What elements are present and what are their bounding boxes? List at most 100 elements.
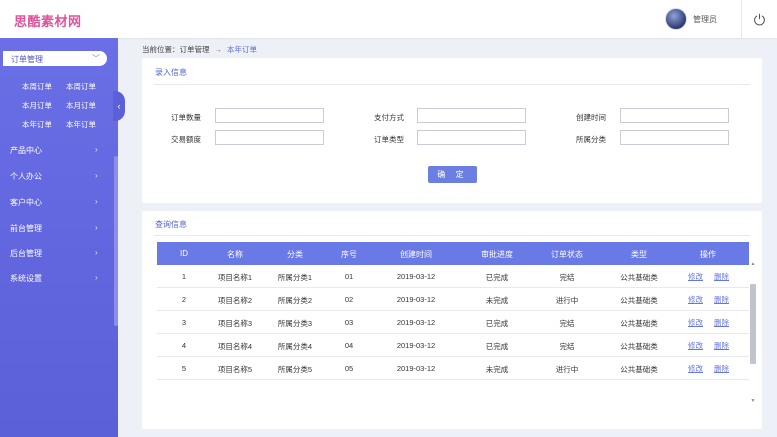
payment-method-input[interactable] <box>417 108 526 123</box>
sidebar-item-settings[interactable]: 系统设置 › <box>0 273 110 289</box>
query-panel-title: 查询信息 <box>155 220 187 229</box>
table-cell: 进行中 <box>555 365 579 374</box>
chevron-right-icon: › <box>95 248 98 257</box>
table-row: 2 项目名称2 所属分类2 02 2019-03-12 未完成 进行中 公共基础类 修改 删除 <box>157 288 749 311</box>
delete-link[interactable]: 删除 <box>714 271 729 282</box>
query-panel: 查询信息 ID 名称 分类 序号 创建时间 审批进度 订单状态 类型 操作 1 项… <box>142 211 762 429</box>
scrollbar-thumb[interactable] <box>750 284 756 364</box>
table-cell: 3 <box>181 318 187 327</box>
sidebar-item-products[interactable]: 产品中心 › <box>0 145 110 161</box>
table-cell: 01 <box>344 272 354 281</box>
field-label: 支付方式 <box>374 113 404 122</box>
confirm-button[interactable]: 确 定 <box>428 166 477 183</box>
created-time-input[interactable] <box>620 108 729 123</box>
table-cell: 02 <box>344 295 354 304</box>
table-scrollbar[interactable]: ▲ ▼ <box>750 261 756 408</box>
sidebar-item-label: 产品中心 <box>10 146 42 155</box>
power-icon <box>754 13 765 25</box>
breadcrumb-parent[interactable]: 订单管理 <box>180 45 210 54</box>
column-header: 序号 <box>341 250 357 259</box>
table-cell: 已完成 <box>485 319 509 328</box>
sidebar-item-label: 系统设置 <box>10 274 42 283</box>
table-cell: 项目名称3 <box>217 319 253 328</box>
collapse-sidebar-button[interactable]: ‹ <box>113 91 125 121</box>
sidebar-scrollbar[interactable] <box>114 156 118 326</box>
chevron-right-icon: › <box>95 273 98 282</box>
chevron-down-icon: ﹀ <box>92 54 100 63</box>
table-cell: 项目名称4 <box>217 342 253 351</box>
column-header: 分类 <box>287 250 303 259</box>
table-cell: 2019-03-12 <box>396 364 436 373</box>
table-cell: 完结 <box>559 342 575 351</box>
table-cell: 进行中 <box>555 296 579 305</box>
table-cell: 所属分类3 <box>277 319 313 328</box>
submenu-item[interactable]: 本年订单 <box>22 119 52 130</box>
column-header: 创建时间 <box>400 250 432 259</box>
column-header: 名称 <box>227 250 243 259</box>
sidebar-item-label: 客户中心 <box>10 198 42 207</box>
edit-link[interactable]: 修改 <box>688 340 703 351</box>
divider <box>154 84 750 85</box>
table-cell: 所属分类5 <box>277 365 313 374</box>
order-quantity-input[interactable] <box>215 108 324 123</box>
category-input[interactable] <box>620 130 729 145</box>
sidebar-group-label: 订单管理 <box>11 55 43 64</box>
table-cell: 完结 <box>559 319 575 328</box>
avatar[interactable] <box>665 8 687 30</box>
sidebar-item-frontend[interactable]: 前台管理 › <box>0 223 110 239</box>
field-label: 所属分类 <box>576 135 606 144</box>
breadcrumb-separator: → <box>214 45 223 54</box>
edit-link[interactable]: 修改 <box>688 317 703 328</box>
edit-link[interactable]: 修改 <box>688 363 703 374</box>
table-row: 5 项目名称5 所属分类5 05 2019-03-12 未完成 进行中 公共基础类 修改 删除 <box>157 357 749 380</box>
column-header: 操作 <box>700 250 716 259</box>
delete-link[interactable]: 删除 <box>714 363 729 374</box>
scroll-up-icon[interactable]: ▲ <box>750 261 756 267</box>
sidebar-item-backend[interactable]: 后台管理 › <box>0 248 110 264</box>
sidebar-item-office[interactable]: 个人办公 › <box>0 171 110 187</box>
delete-link[interactable]: 删除 <box>714 340 729 351</box>
table-cell: 所属分类2 <box>277 296 313 305</box>
delete-link[interactable]: 删除 <box>714 294 729 305</box>
submenu-item[interactable]: 本年订单 <box>66 119 96 130</box>
chevron-right-icon: › <box>95 171 98 180</box>
sidebar-item-label: 前台管理 <box>10 224 42 233</box>
field-label: 订单类型 <box>374 135 404 144</box>
field-label: 订单数量 <box>171 113 201 122</box>
scroll-down-icon[interactable]: ▼ <box>750 398 756 404</box>
logo[interactable]: 思酷素材网 <box>14 11 82 30</box>
logout-button[interactable] <box>741 0 777 38</box>
table-cell: 未完成 <box>485 296 509 305</box>
submenu-item[interactable]: 本周订单 <box>66 81 96 92</box>
entry-panel-title: 录入信息 <box>155 68 187 77</box>
table-cell: 项目名称5 <box>217 365 253 374</box>
user-name[interactable]: 管理员 <box>693 14 717 25</box>
submenu-item[interactable]: 本周订单 <box>22 81 52 92</box>
order-type-input[interactable] <box>417 130 526 145</box>
table-cell: 公共基础类 <box>620 365 658 374</box>
submenu-item[interactable]: 本月订单 <box>66 100 96 111</box>
sidebar-item-customers[interactable]: 客户中心 › <box>0 197 110 213</box>
table-row: 4 项目名称4 所属分类4 04 2019-03-12 已完成 完结 公共基础类 修改 删除 <box>157 334 749 357</box>
submenu: 本周订单 本周订单 本月订单 本月订单 本年订单 本年订单 <box>0 72 118 132</box>
edit-link[interactable]: 修改 <box>688 271 703 282</box>
breadcrumb-current: 本年订单 <box>227 45 257 54</box>
submenu-item[interactable]: 本月订单 <box>22 100 52 111</box>
chevron-right-icon: › <box>95 197 98 206</box>
top-bar: 思酷素材网 管理员 <box>0 0 777 38</box>
table-cell: 完结 <box>559 273 575 282</box>
table-row: 1 项目名称1 所属分类1 01 2019-03-12 已完成 完结 公共基础类 修改 删除 <box>157 265 749 288</box>
chevron-right-icon: › <box>95 223 98 232</box>
field-label: 创建时间 <box>576 113 606 122</box>
edit-link[interactable]: 修改 <box>688 294 703 305</box>
table-cell: 2019-03-12 <box>396 341 436 350</box>
sidebar-item-label: 后台管理 <box>10 249 42 258</box>
table-cell: 所属分类4 <box>277 342 313 351</box>
table-cell: 2 <box>181 295 187 304</box>
delete-link[interactable]: 删除 <box>714 317 729 328</box>
sidebar-group-orders[interactable]: 订单管理 ﹀ <box>3 51 107 66</box>
table-cell: 项目名称1 <box>217 273 253 282</box>
field-label: 交易额度 <box>171 135 201 144</box>
transaction-amount-input[interactable] <box>215 130 324 145</box>
table-row: 3 项目名称3 所属分类3 03 2019-03-12 已完成 完结 公共基础类 修改 删除 <box>157 311 749 334</box>
